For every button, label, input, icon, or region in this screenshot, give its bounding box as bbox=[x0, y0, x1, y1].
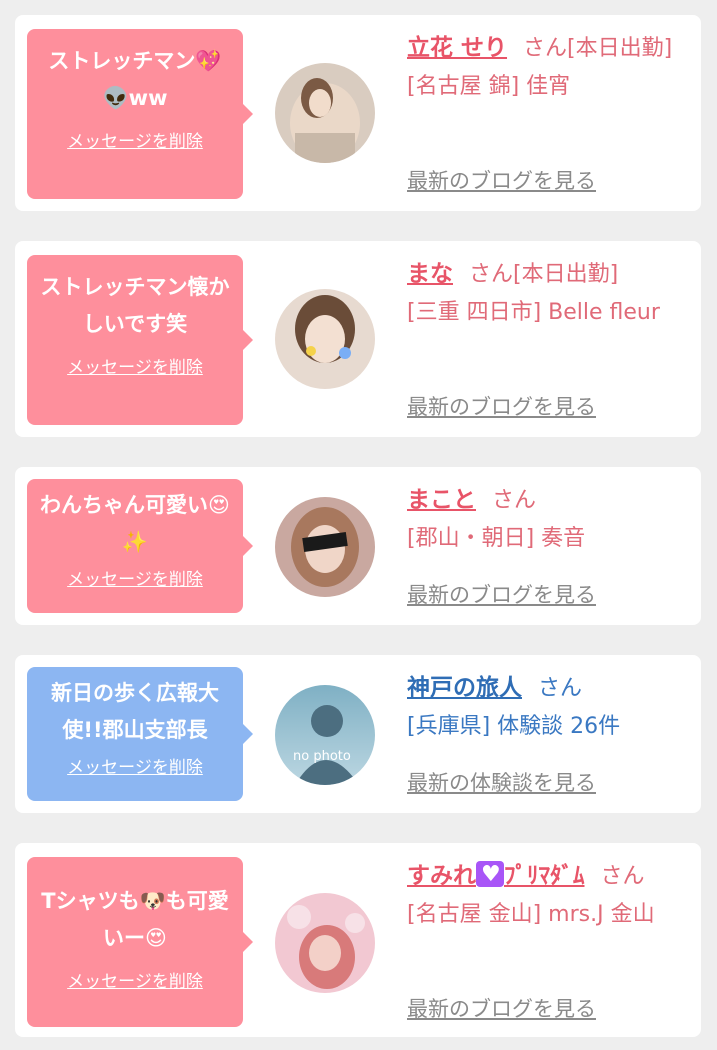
member-name-link[interactable]: 神戸の旅人 bbox=[407, 675, 522, 701]
shop-location: [名古屋 金山] mrs.J 金山 bbox=[407, 902, 655, 927]
avatar[interactable]: no photo bbox=[275, 685, 375, 785]
member-name-link[interactable]: まこと bbox=[407, 487, 476, 513]
message-text: Tシャツも🐶も可愛いー😍 bbox=[41, 889, 229, 950]
honorific-status: さん bbox=[538, 676, 583, 701]
avatar[interactable] bbox=[275, 289, 375, 389]
message-bubble: ストレッチマン💖👽ww メッセージを削除 bbox=[27, 29, 253, 199]
message-bubble: Tシャツも🐶も可愛いー😍 メッセージを削除 bbox=[27, 857, 253, 1027]
member-name-link[interactable]: まな bbox=[407, 261, 453, 287]
member-name-link[interactable]: すみれ ﾌﾟﾘﾏﾀﾞﾑ bbox=[407, 856, 585, 894]
message-text: ストレッチマン懐かしいです笑 bbox=[40, 275, 230, 336]
avatar[interactable] bbox=[275, 893, 375, 993]
member-name-tail: ﾌﾟﾘﾏﾀﾞﾑ bbox=[504, 863, 585, 889]
latest-blog-link[interactable]: 最新のブログを見る bbox=[407, 579, 596, 609]
message-text: ストレッチマン💖👽ww bbox=[48, 49, 222, 110]
honorific-status: さん bbox=[600, 864, 645, 889]
portrait-photo bbox=[275, 893, 375, 993]
shop-location: [名古屋 錦] 佳宵 bbox=[407, 74, 571, 99]
shop-location: [三重 四日市] Belle fleur bbox=[407, 300, 660, 325]
delete-message-link[interactable]: メッセージを削除 bbox=[67, 127, 203, 152]
message-bubble: ストレッチマン懐かしいです笑 メッセージを削除 bbox=[27, 255, 253, 425]
avatar[interactable] bbox=[275, 63, 375, 163]
portrait-photo bbox=[275, 289, 375, 389]
latest-blog-link[interactable]: 最新のブログを見る bbox=[407, 165, 596, 195]
delete-message-link[interactable]: メッセージを削除 bbox=[67, 565, 203, 590]
portrait-photo bbox=[275, 63, 375, 163]
purple-heart-icon bbox=[476, 856, 504, 894]
member-name-main: すみれ bbox=[407, 863, 476, 889]
delete-message-link[interactable]: メッセージを削除 bbox=[67, 753, 203, 778]
latest-blog-link[interactable]: 最新のブログを見る bbox=[407, 391, 596, 421]
latest-review-link[interactable]: 最新の体験談を見る bbox=[407, 767, 596, 797]
message-bubble: 新日の歩く広報大使!!郡山支部長 メッセージを削除 bbox=[27, 667, 253, 801]
member-info: すみれ ﾌﾟﾘﾏﾀﾞﾑ さん [名古屋 金山] mrs.J 金山 bbox=[407, 856, 692, 934]
list-item: ストレッチマン💖👽ww メッセージを削除 立花 せり さん[本日出勤] [名古屋 … bbox=[15, 15, 701, 211]
honorific-status: さん[本日出勤] bbox=[469, 262, 619, 287]
no-photo-placeholder-icon bbox=[275, 685, 375, 785]
no-photo-label: no photo bbox=[293, 749, 351, 764]
message-bubble: わんちゃん可愛い😍✨ メッセージを削除 bbox=[27, 479, 253, 613]
list-item: わんちゃん可愛い😍✨ メッセージを削除 まこと さん [郡山・朝日] 奏音 最新の… bbox=[15, 467, 701, 625]
delete-message-link[interactable]: メッセージを削除 bbox=[67, 353, 203, 378]
shop-location: [郡山・朝日] 奏音 bbox=[407, 526, 586, 551]
portrait-photo bbox=[275, 497, 375, 597]
list-item: 新日の歩く広報大使!!郡山支部長 メッセージを削除 no photo 神戸の旅人… bbox=[15, 655, 701, 813]
member-info: まな さん[本日出勤] [三重 四日市] Belle fleur bbox=[407, 255, 692, 332]
member-info: 神戸の旅人 さん [兵庫県] 体験談 26件 bbox=[407, 669, 692, 746]
message-text: わんちゃん可愛い😍✨ bbox=[40, 493, 230, 554]
message-text: 新日の歩く広報大使!!郡山支部長 bbox=[51, 681, 219, 742]
avatar[interactable] bbox=[275, 497, 375, 597]
honorific-status: さん bbox=[492, 488, 537, 513]
member-info: 立花 せり さん[本日出勤] [名古屋 錦] 佳宵 bbox=[407, 29, 692, 106]
list-item: ストレッチマン懐かしいです笑 メッセージを削除 まな さん[本日出勤] [三重 四… bbox=[15, 241, 701, 437]
list-item: Tシャツも🐶も可愛いー😍 メッセージを削除 すみれ ﾌﾟﾘﾏﾀﾞﾑ さん [名古屋 … bbox=[15, 843, 701, 1037]
delete-message-link[interactable]: メッセージを削除 bbox=[67, 967, 203, 992]
follow-list: ストレッチマン💖👽ww メッセージを削除 立花 せり さん[本日出勤] [名古屋 … bbox=[0, 0, 717, 1050]
member-info: まこと さん [郡山・朝日] 奏音 bbox=[407, 481, 692, 558]
review-count: [兵庫県] 体験談 26件 bbox=[407, 714, 621, 739]
latest-blog-link[interactable]: 最新のブログを見る bbox=[407, 993, 596, 1023]
honorific-status: さん[本日出勤] bbox=[523, 36, 673, 61]
member-name-link[interactable]: 立花 せり bbox=[407, 35, 507, 61]
